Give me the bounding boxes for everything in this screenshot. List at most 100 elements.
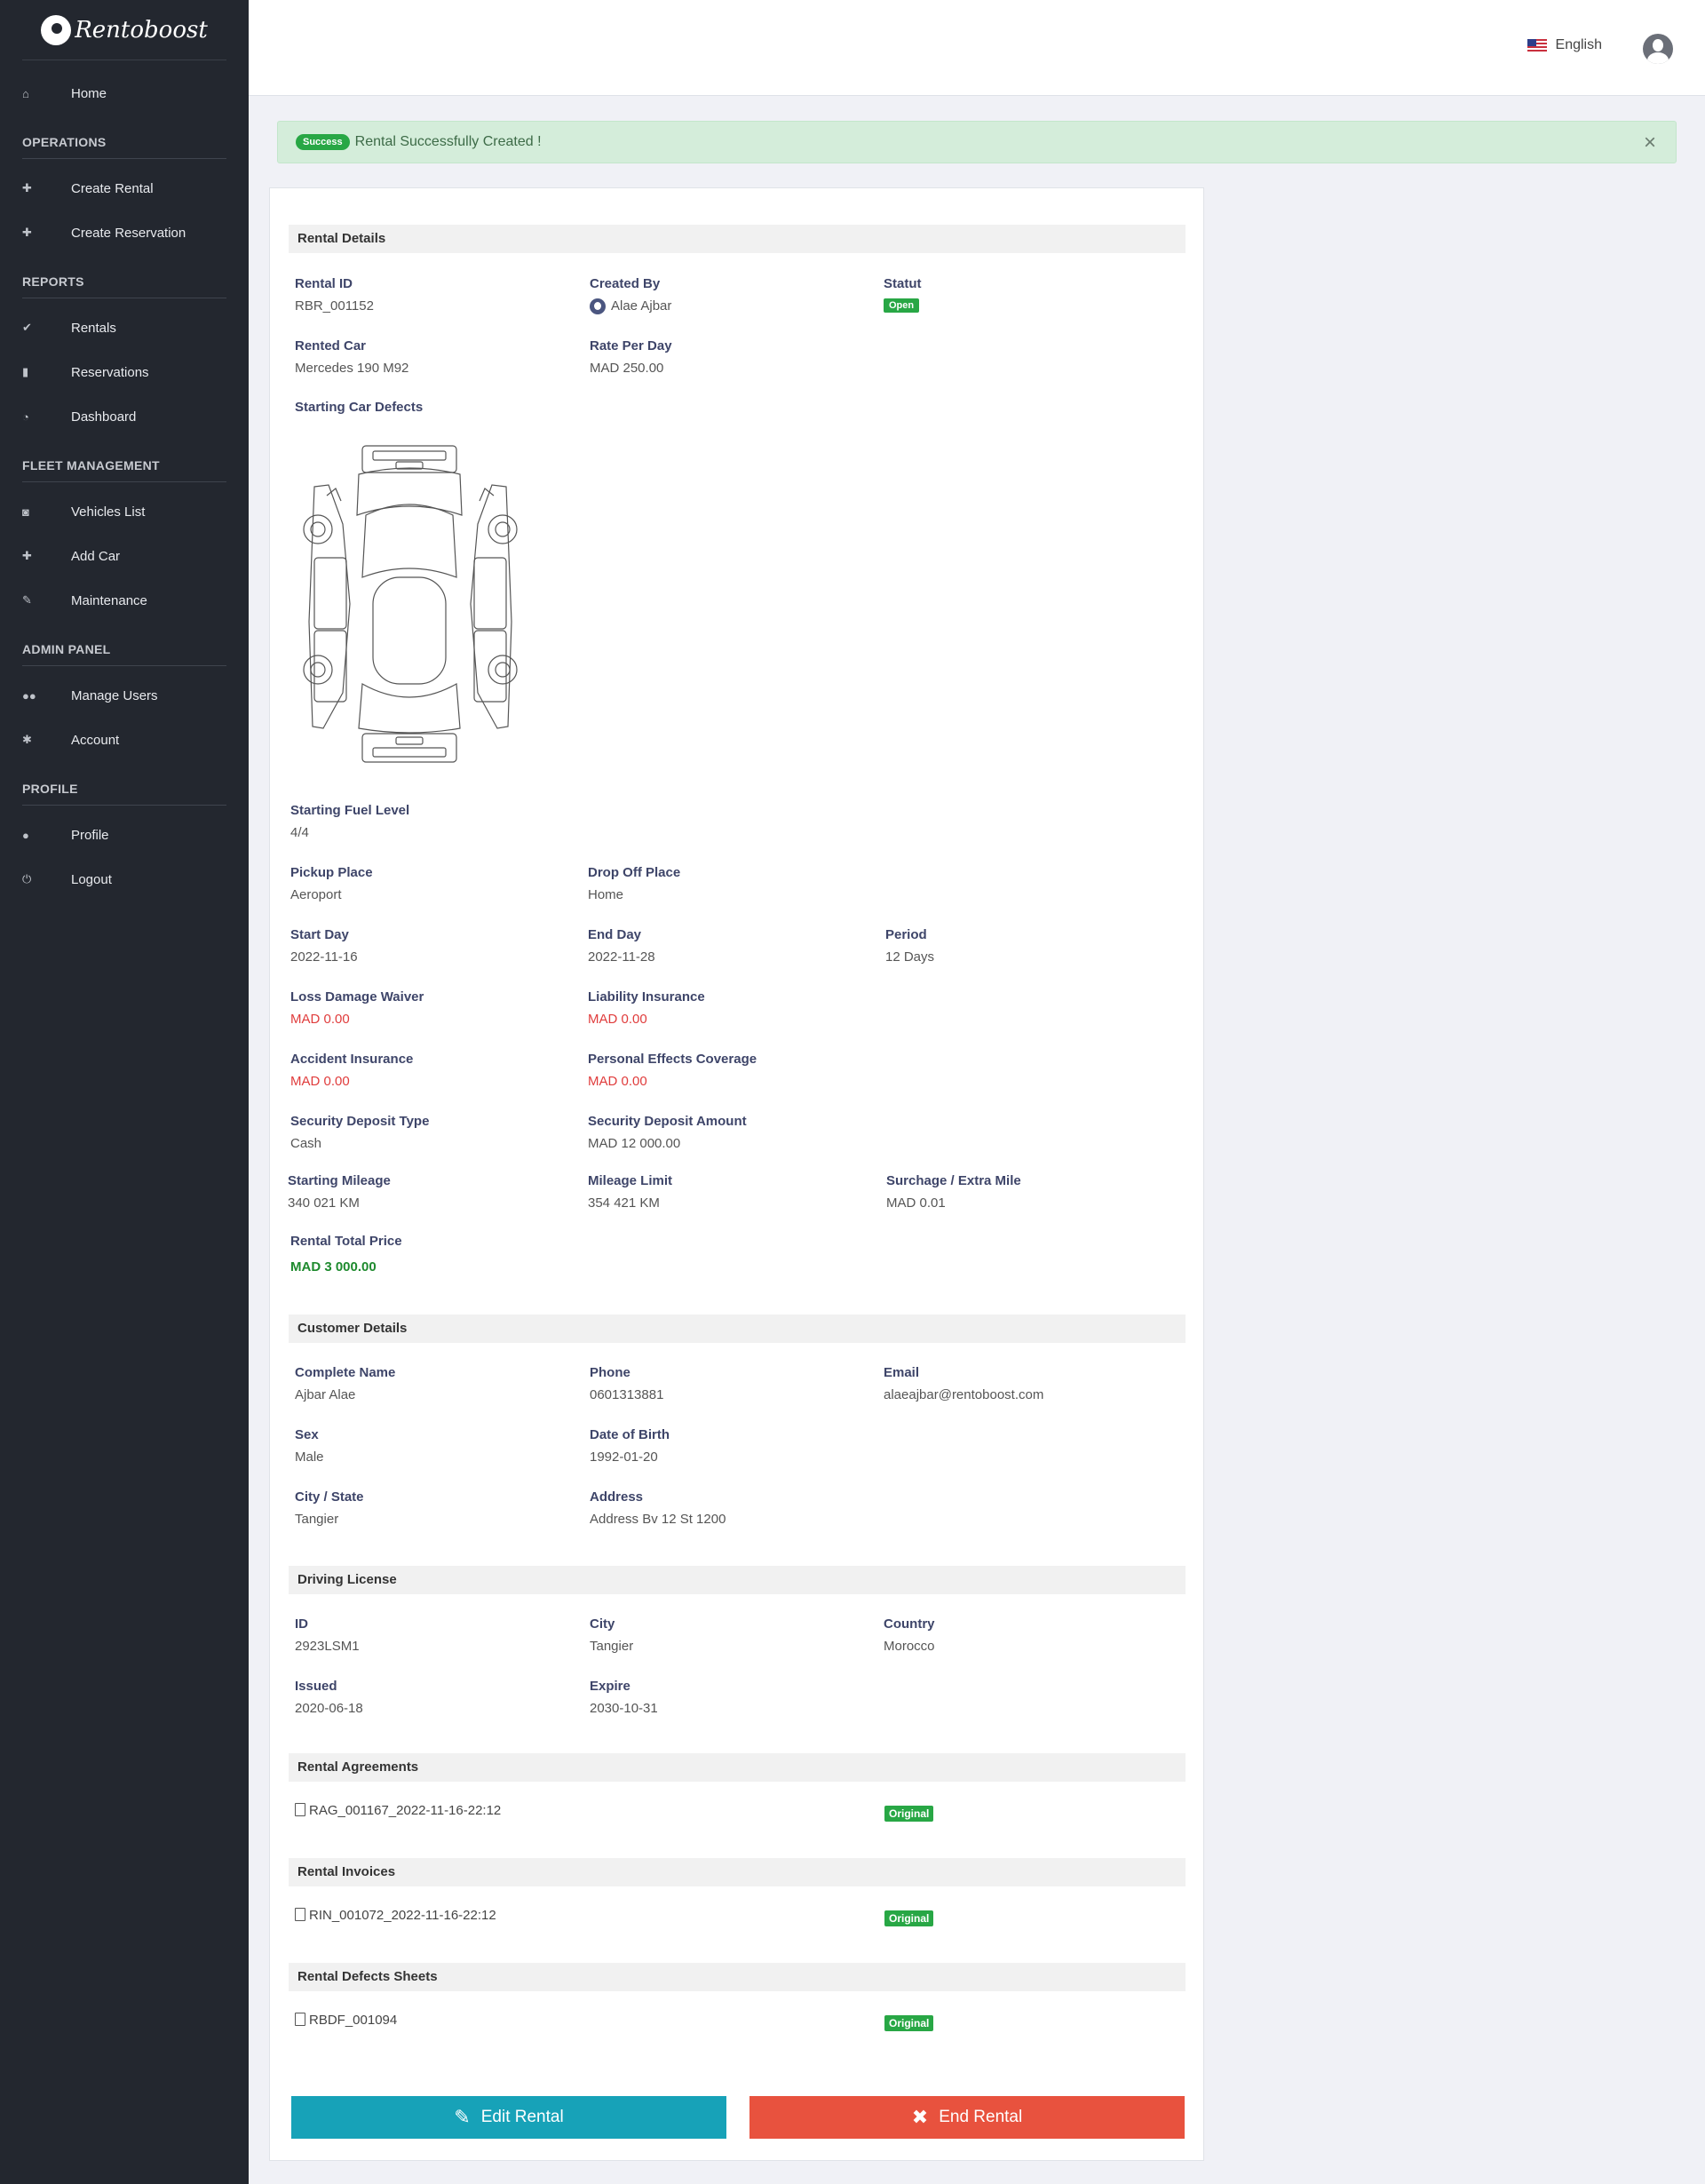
sidebar-item-label: Reservations	[71, 364, 149, 380]
sidebar-item-label: Vehicles List	[71, 504, 146, 520]
field-value: 0601313881	[590, 1387, 664, 1402]
field-label: Country	[884, 1616, 935, 1632]
close-icon: ✖	[911, 2106, 929, 2128]
edit-rental-button[interactable]: ✎ Edit Rental	[291, 2096, 726, 2139]
field-label: Accident Insurance	[290, 1052, 414, 1067]
field-value: MAD 0.00	[588, 1074, 647, 1089]
close-icon[interactable]: ×	[1644, 131, 1656, 155]
field-value: Aeroport	[290, 887, 342, 902]
field-value: MAD 3 000.00	[290, 1259, 377, 1275]
field-value: Mercedes 190 M92	[295, 361, 409, 376]
sidebar-item-maintenance[interactable]: ✎ Maintenance	[0, 578, 249, 623]
sidebar-item-dashboard[interactable]: ◔ Dashboard	[0, 394, 249, 439]
sidebar-item-vehicles-list[interactable]: ◙ Vehicles List	[0, 489, 249, 534]
field-start-day: Start Day 2022-11-16	[290, 927, 358, 965]
sidebar-item-label: Account	[71, 732, 120, 748]
end-rental-button[interactable]: ✖ End Rental	[749, 2096, 1185, 2139]
sidebar-section-profile: PROFILE	[22, 762, 226, 806]
language-label: English	[1555, 37, 1602, 52]
sidebar-item-label: Create Rental	[71, 180, 154, 196]
field-mileage-limit: Mileage Limit 354 421 KM	[588, 1173, 672, 1211]
car-defects-diagram	[303, 445, 518, 763]
invoice-file-link[interactable]: RIN_001072_2022-11-16-22:12	[295, 1908, 496, 1923]
field-value: Tangier	[590, 1639, 634, 1654]
sidebar-item-create-reservation[interactable]: ✚ Create Reservation	[0, 210, 249, 255]
sidebar-item-logout[interactable]: ⏻ Logout	[0, 857, 249, 901]
user-avatar[interactable]	[1643, 34, 1673, 64]
brand-logo[interactable]: Rentoboost	[22, 0, 226, 60]
field-label: Rental Total Price	[290, 1234, 402, 1249]
success-badge: Success	[296, 134, 350, 150]
sidebar-item-account[interactable]: ✱ Account	[0, 718, 249, 762]
field-license-city: City Tangier	[590, 1616, 633, 1654]
field-label: End Day	[588, 927, 642, 942]
field-label: City	[590, 1616, 615, 1632]
sidebar-item-label: Logout	[71, 871, 112, 887]
field-value-wrap: Alae Ajbar	[590, 298, 671, 315]
field-complete-name: Complete Name Ajbar Alae	[295, 1365, 395, 1402]
edit-icon: ✎	[454, 2106, 471, 2128]
button-label: Edit Rental	[480, 2108, 564, 2126]
sidebar-section-admin: ADMIN PANEL	[22, 623, 226, 666]
field-value: Home	[588, 887, 624, 902]
language-selector[interactable]: English	[1527, 37, 1602, 53]
field-security-deposit-amount: Security Deposit Amount MAD 12 000.00	[588, 1114, 747, 1151]
field-drop-off-place: Drop Off Place Home	[588, 865, 680, 902]
section-rental-defects-sheets: Rental Defects Sheets	[289, 1963, 1186, 1991]
sidebar-item-label: Create Reservation	[71, 225, 186, 241]
field-rented-car: Rented Car Mercedes 190 M92	[295, 338, 408, 376]
field-label: Created By	[590, 276, 661, 291]
field-period: Period 12 Days	[885, 927, 934, 965]
field-label: Issued	[295, 1679, 337, 1694]
sidebar-item-add-car[interactable]: ✚ Add Car	[0, 534, 249, 578]
sidebar-item-profile[interactable]: ● Profile	[0, 813, 249, 857]
dashboard-icon: ◔	[22, 409, 29, 424]
field-value: 2923LSM1	[295, 1639, 360, 1654]
field-rate-per-day: Rate Per Day MAD 250.00	[590, 338, 672, 376]
field-rental-id: Rental ID RBR_001152	[295, 276, 374, 314]
alert-message: Rental Successfully Created !	[354, 134, 542, 149]
field-value: MAD 0.01	[886, 1195, 946, 1211]
field-label: Date of Birth	[590, 1427, 670, 1442]
defects-sheet-file-link[interactable]: RBDF_001094	[295, 2013, 397, 2028]
gear-icon: ✱	[22, 733, 32, 746]
field-label: Loss Damage Waiver	[290, 989, 424, 1005]
us-flag-icon	[1527, 38, 1547, 52]
field-label: Pickup Place	[290, 865, 373, 880]
field-address: Address Address Bv 12 St 1200	[590, 1489, 726, 1527]
field-pickup-place: Pickup Place Aeroport	[290, 865, 373, 902]
field-license-id: ID 2923LSM1	[295, 1616, 360, 1654]
section-rental-invoices: Rental Invoices	[289, 1858, 1186, 1886]
field-email: Email alaeajbar@rentoboost.com	[884, 1365, 1043, 1402]
sidebar-item-home[interactable]: ⌂ Home	[0, 71, 249, 115]
field-starting-fuel-level: Starting Fuel Level 4/4	[290, 803, 409, 840]
sidebar-item-manage-users[interactable]: ●● Manage Users	[0, 673, 249, 718]
field-label: Security Deposit Amount	[588, 1114, 747, 1129]
file-name: RBDF_001094	[309, 2013, 398, 2028]
field-value: 2022-11-28	[588, 949, 655, 965]
sidebar-section-operations: OPERATIONS	[22, 115, 226, 159]
sidebar-section-fleet: FLEET MANAGEMENT	[22, 439, 226, 482]
field-label: Rate Per Day	[590, 338, 672, 353]
original-badge: Original	[884, 1910, 934, 1926]
status-badge: Open	[884, 298, 920, 313]
field-value: Morocco	[884, 1639, 935, 1654]
sidebar-item-create-rental[interactable]: ✚ Create Rental	[0, 166, 249, 210]
field-value: MAD 0.00	[290, 1074, 350, 1089]
section-rental-details: Rental Details	[289, 225, 1186, 253]
sidebar-item-rentals[interactable]: ✔ Rentals	[0, 306, 249, 350]
field-label: Email	[884, 1365, 920, 1380]
field-value: 1992-01-20	[590, 1449, 658, 1465]
field-value: 2022-11-16	[290, 949, 358, 965]
field-label: Period	[885, 927, 927, 942]
agreement-file-link[interactable]: RAG_001167_2022-11-16-22:12	[295, 1803, 501, 1818]
field-value: Male	[295, 1449, 324, 1465]
field-value: 4/4	[290, 825, 309, 840]
file-icon	[295, 1803, 305, 1816]
sidebar-item-reservations[interactable]: ▮ Reservations	[0, 350, 249, 394]
field-label: Surchage / Extra Mile	[886, 1173, 1021, 1188]
rental-details-card: Rental Details Rental ID RBR_001152 Crea…	[269, 187, 1204, 2161]
field-phone: Phone 0601313881	[590, 1365, 663, 1402]
field-license-expire: Expire 2030-10-31	[590, 1679, 658, 1716]
field-security-deposit-type: Security Deposit Type Cash	[290, 1114, 429, 1151]
